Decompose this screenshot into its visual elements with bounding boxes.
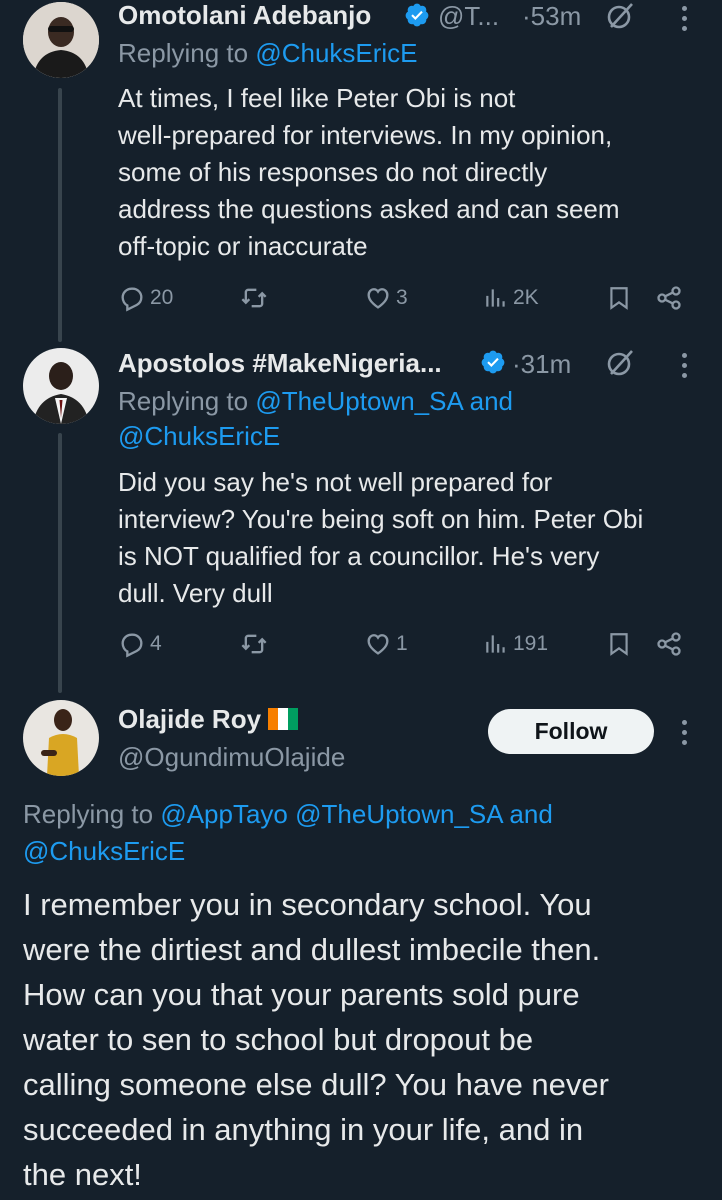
reply-icon <box>121 633 143 658</box>
thread-line-2 <box>58 433 62 693</box>
like-icon <box>367 288 389 309</box>
mention-link[interactable]: @ChuksEricE <box>255 38 417 68</box>
tweet2-time[interactable]: ·31m <box>512 349 571 380</box>
tweet-text-line: well-prepared for interviews. In my opin… <box>118 120 613 150</box>
tweet-text-line: the next! <box>23 1157 142 1192</box>
view-count: 191 <box>513 632 549 655</box>
reply-count: 4 <box>150 632 162 655</box>
like-icon <box>367 634 389 655</box>
main-handle[interactable]: @OgundimuOlajide <box>118 742 345 773</box>
share-icon <box>657 632 681 656</box>
tweet-text-line: succeeded in anything in your life, and … <box>23 1112 584 1147</box>
replying-prefix: Replying to <box>118 386 249 416</box>
tweet-text-line: address the questions asked and can seem <box>118 194 620 224</box>
views-button[interactable]: 191 <box>483 630 548 658</box>
retweet-button[interactable] <box>240 630 268 658</box>
avatar-person-icon <box>23 348 99 424</box>
ivory-coast-flag-icon <box>267 708 298 735</box>
mention-and: and <box>509 799 553 829</box>
bookmark-icon <box>610 633 628 656</box>
grok-icon[interactable] <box>606 2 634 35</box>
like-count: 1 <box>396 632 408 655</box>
tweet-text-line: At times, I feel like Peter Obi is not <box>118 83 516 113</box>
verified-badge-icon <box>404 2 430 33</box>
mention-and: and <box>469 386 513 416</box>
bookmark-icon <box>610 287 628 310</box>
share-button[interactable] <box>654 630 684 658</box>
tweet2-author-name[interactable]: Apostolos #MakeNigeria... <box>118 348 442 379</box>
mention-link[interactable]: @TheUptown_SA <box>255 386 462 416</box>
view-count: 2K <box>513 286 539 309</box>
tweet-text-line: some of his responses do not directly <box>118 157 548 187</box>
tweet2-replying-to: Replying to @TheUptown_SA and @ChuksEric… <box>118 384 513 454</box>
tweet-text-line: calling someone else dull? You have neve… <box>23 1067 609 1102</box>
like-button[interactable]: 3 <box>364 284 408 312</box>
tweet-text-line: interview? You're being soft on him. Pet… <box>118 504 644 534</box>
more-icon[interactable] <box>682 353 688 383</box>
retweet-icon <box>241 634 267 654</box>
retweet-icon <box>241 288 267 308</box>
verified-badge-icon <box>480 349 506 380</box>
reply-button[interactable]: 20 <box>118 284 173 312</box>
tweet1-text: At times, I feel like Peter Obi is not w… <box>118 80 620 265</box>
avatar-omotolani[interactable] <box>23 2 99 78</box>
more-icon[interactable] <box>682 720 688 750</box>
tweet-text-line: water to sen to school but dropout be <box>23 1022 534 1057</box>
tweet-text-line: Did you say he's not well prepared for <box>118 467 553 497</box>
share-icon <box>657 286 681 310</box>
tweet2-text: Did you say he's not well prepared for i… <box>118 464 643 612</box>
tweet1-author-name[interactable]: Omotolani Adebanjo <box>118 0 371 31</box>
mention-link[interactable]: @ChuksEricE <box>118 421 280 451</box>
bookmark-button[interactable] <box>606 630 632 658</box>
main-author-name[interactable]: Olajide Roy <box>118 704 261 734</box>
like-count: 3 <box>396 286 408 309</box>
main-tweet-text: I remember you in secondary school. You … <box>23 882 609 1197</box>
avatar-apostolos[interactable] <box>23 348 99 424</box>
avatar-person-icon <box>23 700 99 776</box>
tweet-text-line: dull. Very dull <box>118 578 273 608</box>
replying-prefix: Replying to <box>23 799 154 829</box>
main-author-name-row: Olajide Roy <box>118 704 298 735</box>
main-replying-to: Replying to @AppTayo @TheUptown_SA and @… <box>23 796 553 870</box>
avatar-person-icon <box>23 2 99 78</box>
like-button[interactable]: 1 <box>364 630 408 658</box>
views-button[interactable]: 2K <box>483 284 539 312</box>
tweet1-handle[interactable]: @T... <box>438 1 499 32</box>
retweet-button[interactable] <box>240 284 268 312</box>
avatar-olajide[interactable] <box>23 700 99 776</box>
mention-link[interactable]: @AppTayo <box>160 799 288 829</box>
share-button[interactable] <box>654 284 684 312</box>
follow-button[interactable]: Follow <box>488 709 654 754</box>
views-icon <box>486 635 505 653</box>
tweet-text-line: were the dirtiest and dullest imbecile t… <box>23 932 601 967</box>
tweet1-replying-to: Replying to @ChuksEricE <box>118 36 418 71</box>
reply-button[interactable]: 4 <box>118 630 162 658</box>
mention-link[interactable]: @TheUptown_SA <box>295 799 502 829</box>
reply-icon <box>121 287 143 312</box>
tweet-text-line: How can you that your parents sold pure <box>23 977 580 1012</box>
replying-prefix: Replying to <box>118 38 249 68</box>
views-icon <box>486 289 505 307</box>
tweet-text-line: is NOT qualified for a councillor. He's … <box>118 541 600 571</box>
more-icon[interactable] <box>682 6 688 36</box>
reply-count: 20 <box>150 286 174 309</box>
thread-line-1 <box>58 88 62 342</box>
tweet1-time[interactable]: ·53m <box>522 1 581 32</box>
tweet-text-line: I remember you in secondary school. You <box>23 887 592 922</box>
tweet-text-line: off-topic or inaccurate <box>118 231 368 261</box>
grok-icon[interactable] <box>606 349 634 382</box>
mention-link[interactable]: @ChuksEricE <box>23 836 185 866</box>
bookmark-button[interactable] <box>606 284 632 312</box>
